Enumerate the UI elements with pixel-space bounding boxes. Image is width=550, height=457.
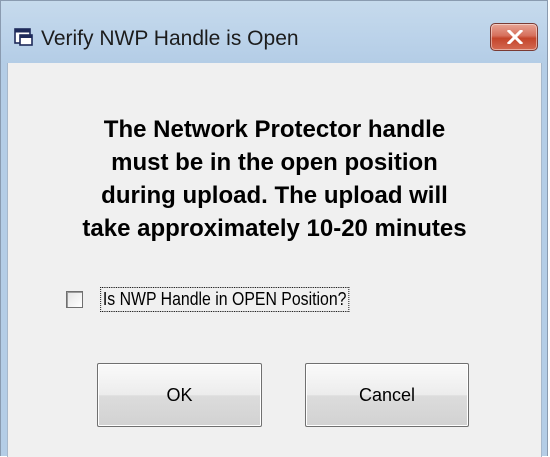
close-button[interactable] xyxy=(490,23,538,51)
title-bar[interactable]: Verify NWP Handle is Open xyxy=(1,1,547,63)
window-app-icon xyxy=(14,27,34,47)
close-x-icon xyxy=(507,30,523,44)
ok-button[interactable]: OK xyxy=(97,363,262,427)
message-line: take approximately 10-20 minutes xyxy=(82,215,467,242)
dialog-client-area: The Network Protector handle must be in … xyxy=(7,63,542,457)
message-line: must be in the open position xyxy=(111,149,438,176)
message-line: during upload. The upload will xyxy=(101,182,448,209)
handle-open-checkbox-label[interactable]: Is NWP Handle in OPEN Position? xyxy=(100,287,350,312)
handle-open-checkbox[interactable] xyxy=(66,291,83,308)
dialog-window: Verify NWP Handle is Open The Network Pr… xyxy=(0,0,548,457)
instruction-message: The Network Protector handle must be in … xyxy=(8,113,541,245)
message-line: The Network Protector handle xyxy=(103,116,446,143)
window-title: Verify NWP Handle is Open xyxy=(41,27,299,50)
cancel-button[interactable]: Cancel xyxy=(305,363,469,427)
